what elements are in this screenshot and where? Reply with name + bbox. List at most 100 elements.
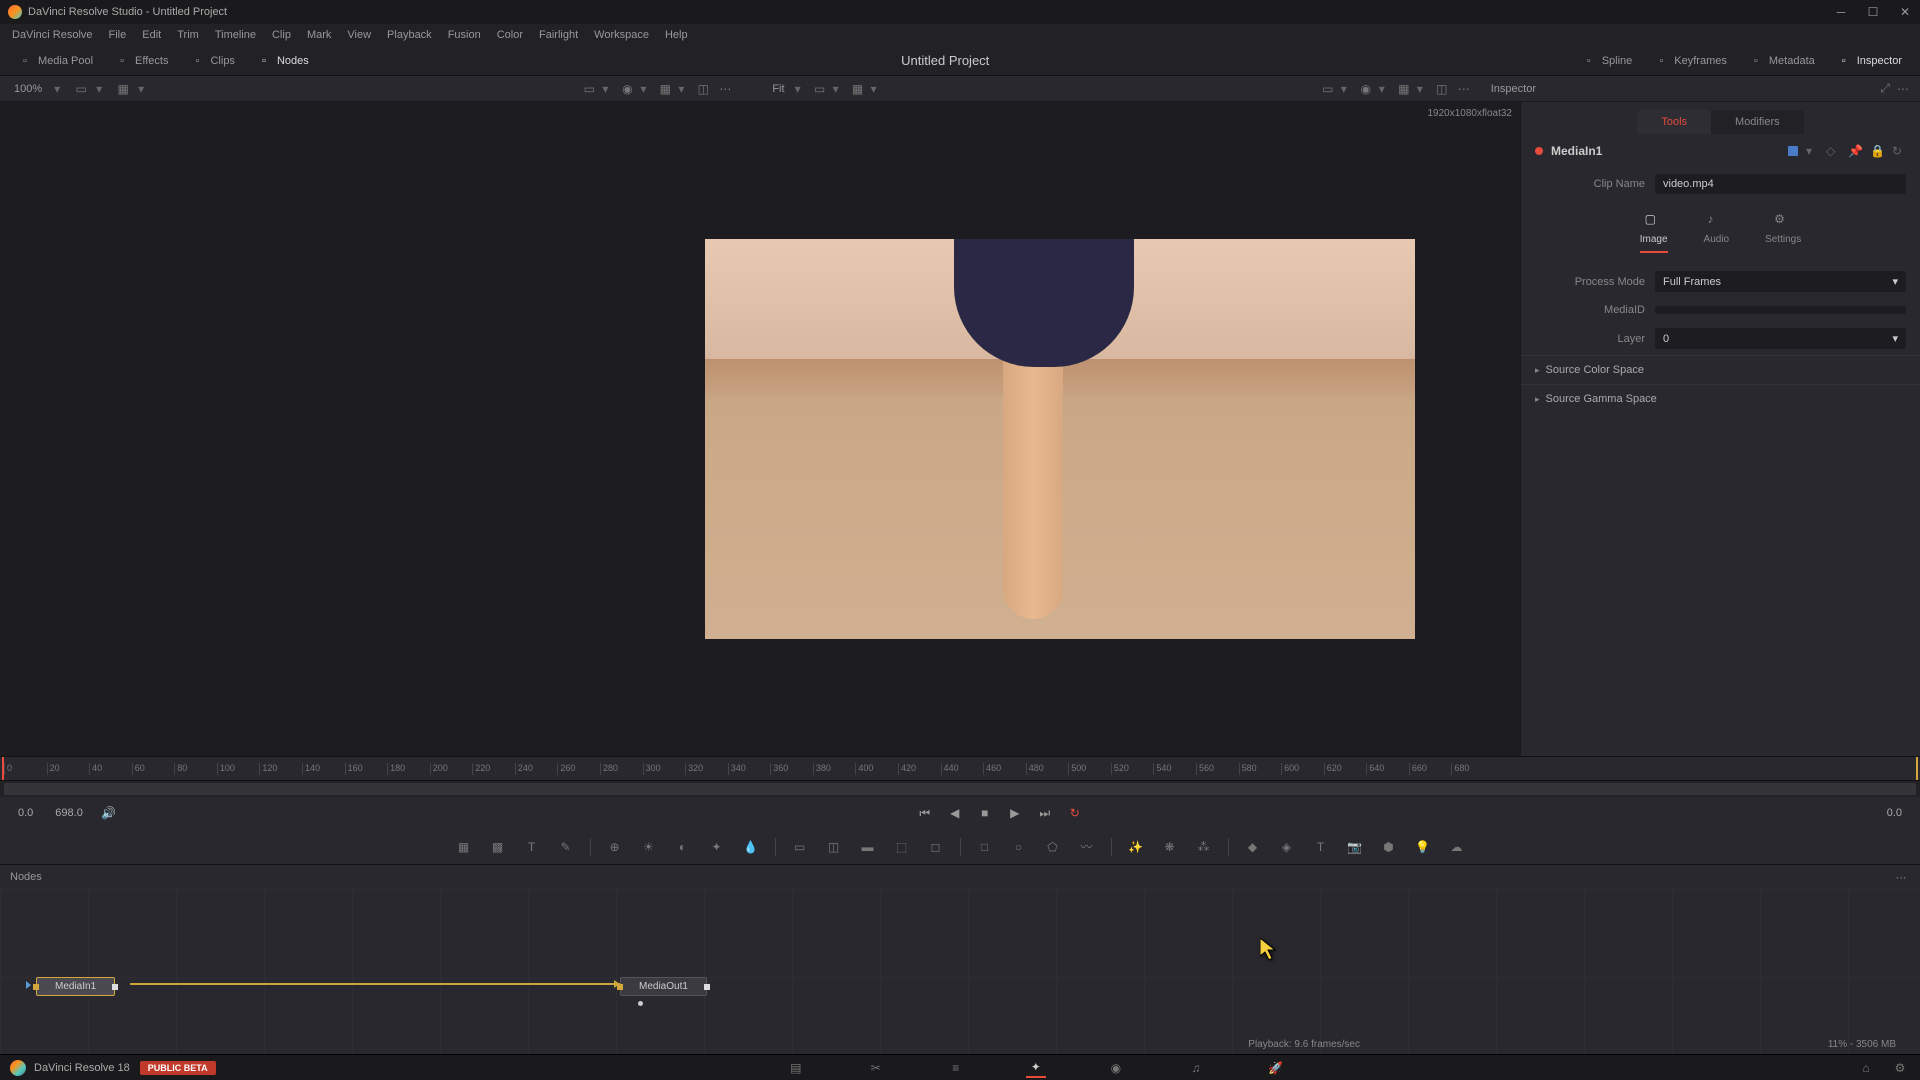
more-icon[interactable]: ⋯: [716, 80, 734, 98]
menu-file[interactable]: File: [101, 29, 135, 41]
node-color-indicator[interactable]: [1788, 146, 1798, 156]
current-timecode[interactable]: 0.0: [1881, 805, 1908, 821]
nodes-canvas[interactable]: MediaIn1MediaOut1: [0, 889, 1920, 1054]
effects-button[interactable]: ▫Effects: [105, 50, 178, 72]
tab-tools[interactable]: Tools: [1637, 110, 1711, 134]
resize-tool-icon[interactable]: ⬚: [892, 837, 912, 857]
step-back-button[interactable]: ◀: [945, 803, 965, 823]
pin-icon[interactable]: 📌: [1848, 144, 1862, 158]
deliver-page-button[interactable]: 🚀: [1266, 1058, 1286, 1078]
node-connection[interactable]: [130, 983, 620, 985]
crop-tool-icon[interactable]: ◻: [926, 837, 946, 857]
menu-playback[interactable]: Playback: [379, 29, 440, 41]
camera3d-tool-icon[interactable]: 📷: [1345, 837, 1365, 857]
menu-clip[interactable]: Clip: [264, 29, 299, 41]
lock-icon[interactable]: 🔒: [1870, 144, 1884, 158]
last-frame-button[interactable]: ⏭: [1035, 803, 1055, 823]
viewer-grid-icon[interactable]: ▦: [114, 80, 132, 98]
viewer-split-icon[interactable]: ▦: [849, 80, 867, 98]
menu-edit[interactable]: Edit: [134, 29, 169, 41]
edit-page-button[interactable]: ≡: [946, 1058, 966, 1078]
menu-timeline[interactable]: Timeline: [207, 29, 264, 41]
viewer-mode-icon[interactable]: ▭: [811, 80, 829, 98]
single-viewer-icon[interactable]: ▭: [580, 80, 598, 98]
chevron-down-icon[interactable]: ▾: [1379, 82, 1391, 96]
viewer-left[interactable]: [0, 102, 600, 756]
process-mode-dropdown[interactable]: Full Frames▾: [1655, 271, 1906, 292]
bspline-mask-icon[interactable]: 〰: [1077, 837, 1097, 857]
project-settings-button[interactable]: ⚙: [1890, 1058, 1910, 1078]
fastnoise-tool-icon[interactable]: ▩: [488, 837, 508, 857]
channel-icon[interactable]: ◉: [1357, 80, 1375, 98]
pemitter-tool-icon[interactable]: ❋: [1160, 837, 1180, 857]
brightness-tool-icon[interactable]: ☀: [639, 837, 659, 857]
chevron-down-icon[interactable]: ▾: [871, 82, 883, 96]
menu-fairlight[interactable]: Fairlight: [531, 29, 586, 41]
chevron-down-icon[interactable]: ▾: [54, 82, 66, 96]
reset-icon[interactable]: ↻: [1892, 144, 1906, 158]
tab-audio[interactable]: ♪ Audio: [1704, 212, 1730, 253]
shape3d-tool-icon[interactable]: ◆: [1243, 837, 1263, 857]
section-source-gamma-space[interactable]: ▸ Source Gamma Space: [1521, 384, 1920, 413]
tab-settings[interactable]: ⚙ Settings: [1765, 212, 1801, 253]
timeline-scrubber[interactable]: [4, 783, 1916, 795]
polygon-mask-icon[interactable]: ⬠: [1043, 837, 1063, 857]
cut-page-button[interactable]: ✂: [866, 1058, 886, 1078]
chevron-down-icon[interactable]: ▾: [1417, 82, 1429, 96]
chevron-down-icon[interactable]: ▾: [795, 82, 807, 96]
menu-view[interactable]: View: [339, 29, 379, 41]
rectangle-mask-icon[interactable]: □: [975, 837, 995, 857]
single-viewer-icon[interactable]: ▭: [1319, 80, 1337, 98]
keyframes-button[interactable]: ▫Keyframes: [1644, 50, 1737, 72]
more-icon[interactable]: ⋯: [1894, 80, 1912, 98]
play-button[interactable]: ▶: [1005, 803, 1025, 823]
tab-modifiers[interactable]: Modifiers: [1711, 110, 1804, 134]
menu-help[interactable]: Help: [657, 29, 696, 41]
split-icon[interactable]: ◫: [1433, 80, 1451, 98]
light3d-tool-icon[interactable]: 💡: [1413, 837, 1433, 857]
viewer-right[interactable]: 1920x1080xfloat32: [600, 102, 1520, 756]
expand-icon[interactable]: ⤢: [1876, 80, 1894, 98]
node-mediain1[interactable]: MediaIn1: [36, 977, 115, 996]
chevron-down-icon[interactable]: ▾: [138, 82, 150, 96]
spline-button[interactable]: ▫Spline: [1572, 50, 1643, 72]
merge-tool-icon[interactable]: ▭: [790, 837, 810, 857]
layer-dropdown[interactable]: 0▾: [1655, 328, 1906, 349]
first-frame-button[interactable]: ⏮: [915, 803, 935, 823]
channel-icon[interactable]: ◉: [618, 80, 636, 98]
clips-button[interactable]: ▫Clips: [180, 50, 244, 72]
chevron-down-icon[interactable]: ▾: [602, 82, 614, 96]
section-source-color-space[interactable]: ▸ Source Color Space: [1521, 355, 1920, 384]
menu-trim[interactable]: Trim: [169, 29, 207, 41]
tab-image[interactable]: ▢ Image: [1640, 212, 1668, 253]
inspector-button[interactable]: ▫Inspector: [1827, 50, 1912, 72]
start-timecode[interactable]: 0.0: [12, 805, 39, 821]
loop-button[interactable]: ↻: [1065, 803, 1085, 823]
grid-icon[interactable]: ▦: [1395, 80, 1413, 98]
particle-tool-icon[interactable]: ✨: [1126, 837, 1146, 857]
menu-workspace[interactable]: Workspace: [586, 29, 657, 41]
chevron-down-icon[interactable]: ▾: [1806, 144, 1818, 158]
color-page-button[interactable]: ◉: [1106, 1058, 1126, 1078]
grid-icon[interactable]: ▦: [656, 80, 674, 98]
audio-icon[interactable]: 🔊: [99, 803, 119, 823]
playhead-end[interactable]: [1916, 757, 1918, 780]
image3d-tool-icon[interactable]: ◈: [1277, 837, 1297, 857]
viewer-layout-icon[interactable]: ▭: [72, 80, 90, 98]
fusion-page-button[interactable]: ✦: [1026, 1058, 1046, 1078]
background-tool-icon[interactable]: ▦: [454, 837, 474, 857]
chevron-down-icon[interactable]: ▾: [833, 82, 845, 96]
fairlight-page-button[interactable]: ♫: [1186, 1058, 1206, 1078]
menu-mark[interactable]: Mark: [299, 29, 339, 41]
keyframe-icon[interactable]: ◇: [1826, 144, 1840, 158]
zoom-level-left[interactable]: 100%: [8, 83, 48, 95]
ellipse-mask-icon[interactable]: ○: [1009, 837, 1029, 857]
close-button[interactable]: ✕: [1898, 5, 1912, 19]
color-tool-icon[interactable]: ◐: [673, 837, 693, 857]
menu-fusion[interactable]: Fusion: [440, 29, 489, 41]
text3d-tool-icon[interactable]: T: [1311, 837, 1331, 857]
metadata-button[interactable]: ▫Metadata: [1739, 50, 1825, 72]
media-page-button[interactable]: ▤: [786, 1058, 806, 1078]
more-icon[interactable]: ⋯: [1892, 868, 1910, 886]
menu-color[interactable]: Color: [489, 29, 531, 41]
